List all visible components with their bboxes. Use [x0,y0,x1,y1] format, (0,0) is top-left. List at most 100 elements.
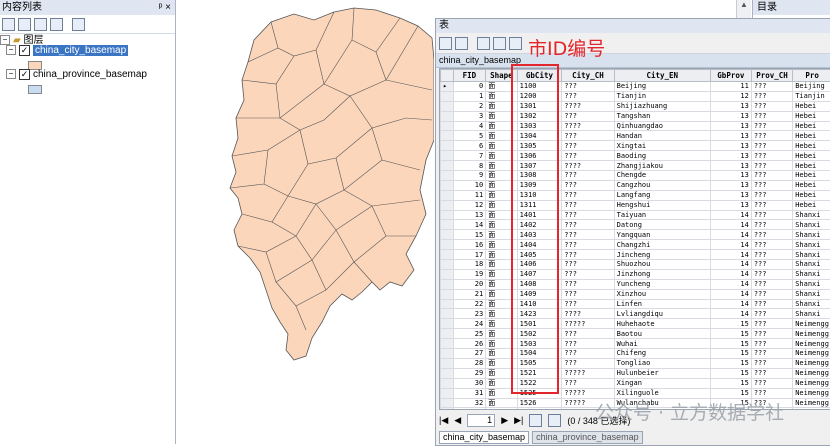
table-cell[interactable]: 29 [453,368,486,378]
table-cell[interactable]: Hebei [793,121,830,131]
table-cell[interactable]: Hebei [793,151,830,161]
show-all-records-icon[interactable] [529,414,542,427]
table-cell[interactable]: Tongliao [614,358,710,368]
list-by-selection-icon[interactable] [50,18,63,31]
table-cell[interactable]: ????? [562,388,614,398]
table-cell[interactable]: Shanxi [793,230,830,240]
row-selector[interactable] [441,180,454,190]
pin-close-icon[interactable]: ᵖ × [159,0,171,15]
column-header[interactable]: City_EN [614,70,710,82]
table-row[interactable]: 19面1407???Jinzhong14???Shanxi [441,269,830,279]
collapse-icon[interactable]: − [6,69,16,79]
table-cell[interactable]: Xilinguole [614,388,710,398]
layer-visibility-checkbox[interactable]: ✓ [19,69,30,80]
table-cell[interactable]: 15 [710,368,751,378]
table-cell[interactable]: 0 [453,82,486,92]
row-selector[interactable] [441,279,454,289]
table-cell[interactable]: Hebei [793,200,830,210]
table-cell[interactable]: 15 [710,378,751,388]
table-cell[interactable]: ??? [751,368,792,378]
table-cell[interactable]: 面 [486,408,517,410]
layer-name-city[interactable]: china_city_basemap [33,45,128,56]
table-cell[interactable]: 24 [453,319,486,329]
table-cell[interactable]: 21 [453,289,486,299]
row-selector[interactable] [441,200,454,210]
table-cell[interactable]: Shuozhou [614,260,710,270]
layer-item-province[interactable]: −✓china_province_basemap [6,68,147,82]
row-selector[interactable] [441,339,454,349]
table-cell[interactable]: Tianjin [793,91,830,101]
last-record-button[interactable]: ▶| [514,415,523,426]
table-cell[interactable]: ??? [751,299,792,309]
table-cell[interactable]: 1 [453,91,486,101]
table-cell[interactable]: Hebei [793,161,830,171]
table-row[interactable]: 23面1423????Lvliangdiqu14???Shanxi [441,309,830,319]
table-cell[interactable]: 6 [453,141,486,151]
table-cell[interactable]: 15 [710,358,751,368]
next-record-button[interactable]: ▶ [501,415,508,426]
table-row[interactable]: 2面1301????Shijiazhuang13???Hebei [441,101,830,111]
table-cell[interactable]: ??? [751,190,792,200]
table-cell[interactable]: 14 [710,279,751,289]
table-cell[interactable]: Datong [614,220,710,230]
row-selector[interactable] [441,289,454,299]
table-cell[interactable]: ??? [562,111,614,121]
table-cell[interactable]: Hebei [793,190,830,200]
table-options-icon[interactable] [439,37,452,50]
tab-province-basemap[interactable]: china_province_basemap [532,431,643,444]
table-cell[interactable]: 13 [710,161,751,171]
table-cell[interactable]: ??? [751,230,792,240]
table-cell[interactable]: ??? [562,378,614,388]
row-selector[interactable] [441,299,454,309]
table-cell[interactable]: 30 [453,378,486,388]
table-cell[interactable]: 15 [710,319,751,329]
table-cell[interactable]: ??? [562,240,614,250]
table-cell[interactable]: Xingtai [614,141,710,151]
table-cell[interactable]: Baotou [614,329,710,339]
row-selector[interactable] [441,349,454,359]
table-row[interactable]: 15面1403???Yangquan14???Shanxi [441,230,830,240]
table-cell[interactable]: Neimengg [793,339,830,349]
row-selector[interactable] [441,91,454,101]
table-cell[interactable]: ??? [562,220,614,230]
table-cell[interactable]: Tianjin [614,91,710,101]
row-selector[interactable] [441,161,454,171]
table-cell[interactable]: 14 [710,289,751,299]
table-cell[interactable]: Lvliangdiqu [614,309,710,319]
row-selector[interactable] [441,398,454,408]
table-cell[interactable]: Tangshan [614,111,710,121]
table-cell[interactable]: ??? [562,200,614,210]
table-cell[interactable]: Hebei [793,171,830,181]
show-selected-records-icon[interactable] [548,414,561,427]
table-cell[interactable]: 22 [453,299,486,309]
row-selector[interactable] [441,269,454,279]
table-cell[interactable]: ??? [562,210,614,220]
table-cell[interactable]: ??? [751,210,792,220]
table-cell[interactable]: Cangzhou [614,180,710,190]
table-cell[interactable]: 19 [453,269,486,279]
table-cell[interactable]: ??? [751,131,792,141]
table-cell[interactable]: 10 [453,180,486,190]
row-selector[interactable] [441,190,454,200]
table-cell[interactable]: 13 [710,171,751,181]
table-cell[interactable]: ??? [751,358,792,368]
table-cell[interactable]: ??? [562,151,614,161]
table-cell[interactable]: Hebei [793,101,830,111]
table-row[interactable]: 12面1311???Hengshui13???Hebei [441,200,830,210]
table-cell[interactable]: Zhangjiakou [614,161,710,171]
column-header[interactable]: Prov_CH [751,70,792,82]
column-header[interactable]: City_CH [562,70,614,82]
table-row[interactable]: 6面1305???Xingtai13???Hebei [441,141,830,151]
row-selector[interactable] [441,250,454,260]
table-cell[interactable]: 16 [453,240,486,250]
table-cell[interactable]: ??? [751,329,792,339]
table-cell[interactable]: ??? [562,279,614,289]
row-selector[interactable] [441,210,454,220]
collapse-icon[interactable]: − [6,45,16,55]
table-cell[interactable]: 11 [453,190,486,200]
row-selector[interactable] [441,358,454,368]
table-cell[interactable]: 33 [453,408,486,410]
table-cell[interactable]: ??? [751,269,792,279]
table-cell[interactable]: Linfen [614,299,710,309]
table-cell[interactable]: ???? [562,161,614,171]
